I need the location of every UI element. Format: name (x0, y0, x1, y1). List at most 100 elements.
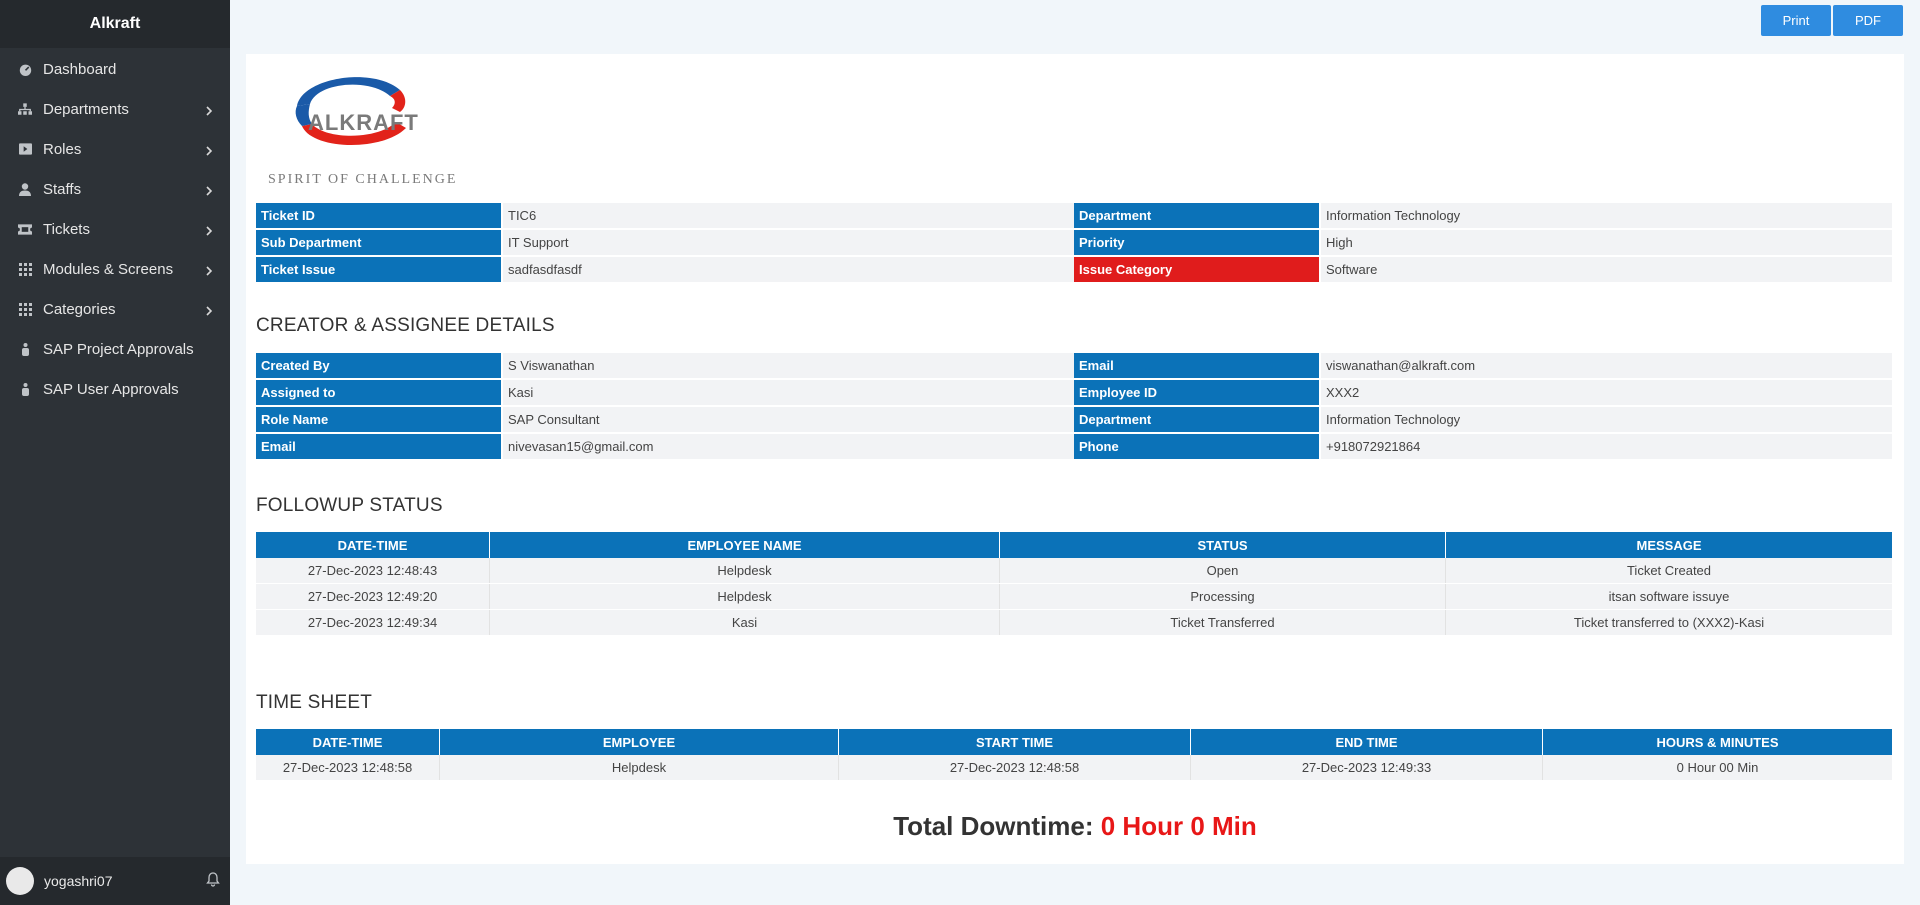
role-name-value: SAP Consultant (503, 407, 1074, 432)
toolbar: Print PDF (1761, 5, 1903, 36)
print-button[interactable]: Print (1761, 5, 1831, 36)
column-header: MESSAGE (1636, 537, 1702, 553)
table-cell: Ticket Created (1626, 563, 1712, 578)
column-header: START TIME (839, 729, 1191, 755)
creator-row: Assigned to Kasi Employee ID XXX2 (256, 380, 1892, 405)
pdf-button[interactable]: PDF (1833, 5, 1903, 36)
table-row: 27-Dec-2023 12:49:20 Helpdesk Processing… (256, 584, 1892, 610)
sidebar-item-label: Dashboard (43, 60, 117, 78)
creator-details: Created By S Viswanathan Email viswanathan… (256, 353, 1892, 461)
table-row: 27-Dec-2023 12:48:43 Helpdesk Open Ticke… (256, 558, 1892, 584)
created-by-value: S Viswanathan (503, 353, 1074, 378)
sidebar-item-label: Categories (43, 300, 116, 318)
assigned-to-label: Assigned to (256, 380, 501, 405)
timesheet-section-title: TIME SHEET (256, 692, 373, 713)
priority-value: High (1321, 230, 1892, 255)
created-by-label: Created By (256, 353, 501, 378)
table-cell: Ticket Transferred (1000, 610, 1446, 635)
table-cell: 27-Dec-2023 12:49:33 (1191, 755, 1543, 780)
sidebar-item-label: SAP User Approvals (43, 380, 179, 398)
user-bar: yogashri07 (0, 857, 230, 905)
table-cell: Helpdesk (490, 558, 1000, 583)
table-cell: Kasi (490, 610, 1000, 635)
downtime-value: 0 Hour 0 Min (1100, 811, 1257, 841)
sidebar-item-roles[interactable]: Roles (0, 129, 230, 169)
assignee-department-label: Department (1074, 407, 1319, 432)
assignee-department-value: Information Technology (1321, 407, 1892, 432)
user-icon (18, 182, 32, 196)
sidebar-item-tickets[interactable]: Tickets (0, 209, 230, 249)
grid-icon (18, 262, 32, 276)
sidebar-item-sap-user-approvals[interactable]: SAP User Approvals (0, 369, 230, 409)
phone-label: Phone (1074, 434, 1319, 459)
sidebar-nav: Dashboard Departments Roles Staffs Ticke… (0, 48, 230, 409)
sidebar-item-categories[interactable]: Categories (0, 289, 230, 329)
sidebar-item-label: Staffs (43, 180, 82, 198)
table-cell: 27-Dec-2023 12:49:34 (256, 610, 490, 635)
sub-department-label: Sub Department (256, 230, 501, 255)
chevron-right-icon (204, 105, 214, 116)
assigned-to-value: Kasi (503, 380, 1074, 405)
column-header: END TIME (1191, 729, 1543, 755)
chevron-right-icon (204, 145, 214, 156)
employee-id-value: XXX2 (1321, 380, 1892, 405)
issue-category-label: Issue Category (1074, 257, 1319, 282)
logo-wordmark: ALKRAFT (308, 110, 419, 135)
sidebar-item-departments[interactable]: Departments (0, 89, 230, 129)
department-value: Information Technology (1321, 203, 1892, 228)
ticket-id-label: Ticket ID (256, 203, 501, 228)
roles-icon (18, 142, 32, 156)
grid-icon (18, 302, 32, 316)
followup-table: DATE-TIME EMPLOYEE NAME STATUS MESSAGE 2… (256, 532, 1892, 636)
bell-icon[interactable] (206, 872, 220, 890)
chevron-right-icon (204, 305, 214, 316)
creator-email-label: Email (1074, 353, 1319, 378)
ticket-id-value: TIC6 (503, 203, 1074, 228)
sidebar-item-label: SAP Project Approvals (43, 340, 194, 358)
downtime-label: Total Downtime: (893, 811, 1094, 841)
table-cell: Helpdesk (490, 584, 1000, 609)
ticket-issue-value: sadfasdfasdf (503, 257, 1074, 282)
sidebar-item-modules-screens[interactable]: Modules & Screens (0, 249, 230, 289)
role-name-label: Role Name (256, 407, 501, 432)
table-cell: Ticket transferred to (XXX2)-Kasi (1573, 615, 1765, 630)
table-header: DATE-TIME EMPLOYEE START TIME END TIME H… (256, 729, 1892, 755)
phone-value: +918072921864 (1321, 434, 1892, 459)
assignee-email-value: nivevasan15@gmail.com (503, 434, 1074, 459)
chevron-right-icon (204, 185, 214, 196)
ticket-row: Ticket ID TIC6 Department Information Tech… (256, 203, 1892, 228)
creator-row: Role Name SAP Consultant Department Inform… (256, 407, 1892, 432)
total-downtime: Total Downtime: 0 Hour 0 Min (246, 811, 1904, 842)
username[interactable]: yogashri07 (44, 873, 206, 889)
ticket-issue-label: Ticket Issue (256, 257, 501, 282)
column-header: STATUS (1000, 532, 1446, 558)
logo-tagline: SPIRIT OF CHALLENGE (268, 172, 458, 187)
sidebar: Alkraft Dashboard Departments Roles Staf… (0, 0, 230, 905)
sidebar-item-dashboard[interactable]: Dashboard (0, 49, 230, 89)
person-icon (18, 382, 32, 396)
table-cell: 0 Hour 00 Min (1676, 760, 1759, 775)
table-cell: 27-Dec-2023 12:48:58 (256, 755, 440, 780)
dashboard-icon (18, 62, 32, 76)
table-cell: 27-Dec-2023 12:48:58 (839, 755, 1191, 780)
alkraft-logo: ALKRAFT SPIRIT OF CHALLENGE (262, 68, 462, 188)
chevron-right-icon (204, 225, 214, 236)
priority-label: Priority (1074, 230, 1319, 255)
avatar[interactable] (6, 867, 34, 895)
sidebar-item-sap-project-approvals[interactable]: SAP Project Approvals (0, 329, 230, 369)
chevron-right-icon (204, 265, 214, 276)
sidebar-item-staffs[interactable]: Staffs (0, 169, 230, 209)
table-row: 27-Dec-2023 12:49:34 Kasi Ticket Transfe… (256, 610, 1892, 636)
issue-category-value: Software (1321, 257, 1892, 282)
table-cell: Processing (1000, 584, 1446, 609)
table-cell: 27-Dec-2023 12:49:20 (256, 584, 490, 609)
table-header: DATE-TIME EMPLOYEE NAME STATUS MESSAGE (256, 532, 1892, 558)
column-header: EMPLOYEE (440, 729, 839, 755)
creator-row: Created By S Viswanathan Email viswanathan… (256, 353, 1892, 378)
brand-title[interactable]: Alkraft (0, 0, 230, 48)
ticket-row: Ticket Issue sadfasdfasdf Issue Category S… (256, 257, 1892, 282)
followup-section-title: FOLLOWUP STATUS (256, 495, 443, 516)
sitemap-icon (18, 102, 32, 116)
timesheet-table: DATE-TIME EMPLOYEE START TIME END TIME H… (256, 729, 1892, 781)
ticket-details: Ticket ID TIC6 Department Information Tech… (256, 203, 1892, 284)
